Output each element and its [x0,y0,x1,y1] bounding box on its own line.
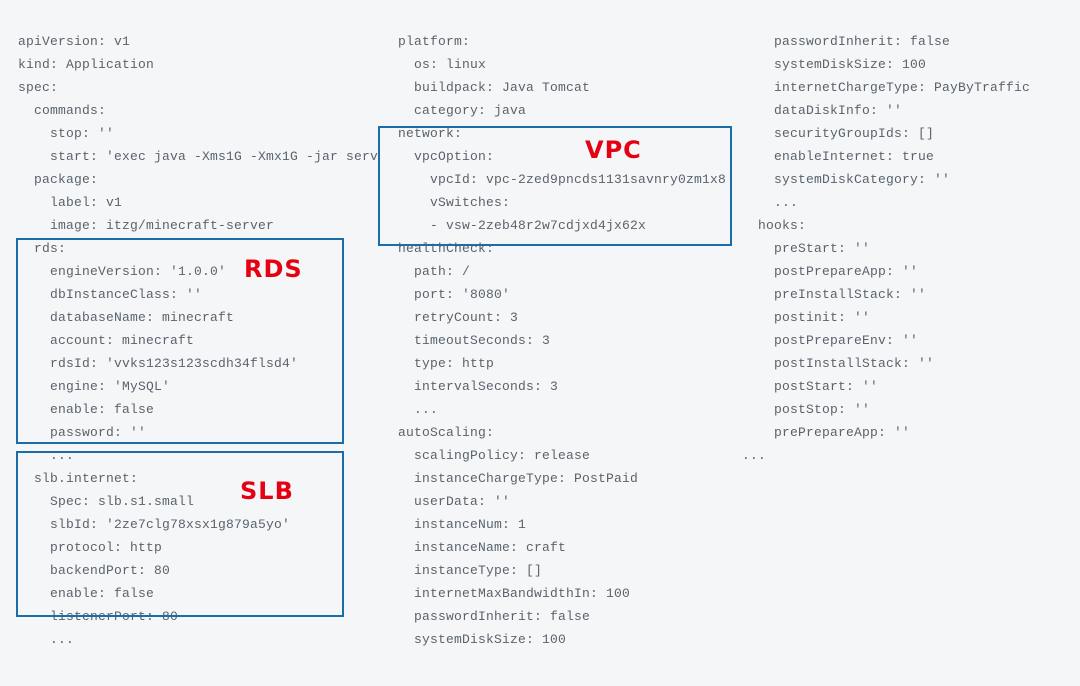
label-rds: RDS [244,255,303,283]
yaml-column-1: apiVersion: v1 kind: Application spec: c… [18,30,358,651]
label-slb: SLB [240,477,294,505]
yaml-config-screenshot: { "columns": { "col1": "apiVersion: v1\n… [0,0,1080,686]
yaml-column-2: platform: os: linux buildpack: Java Tomc… [382,30,727,651]
label-vpc: VPC [585,136,642,164]
yaml-column-3: passwordInherit: false systemDiskSize: 1… [742,30,1072,467]
